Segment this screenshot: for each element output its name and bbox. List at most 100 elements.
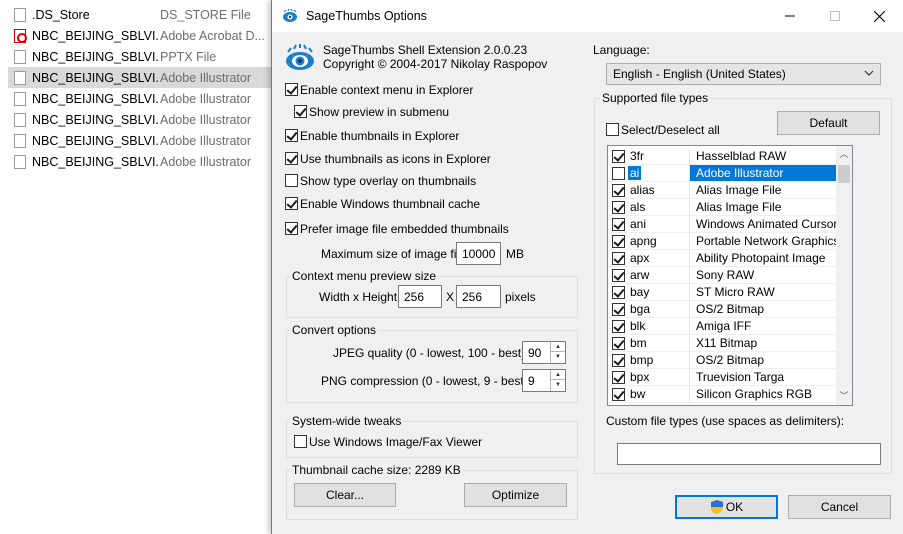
- file-row[interactable]: NBC_BEIJING_SBLVI... Adobe Illustrator: [8, 130, 273, 151]
- file-type-row[interactable]: apx Ability Photopaint Image: [608, 250, 852, 267]
- description-cell: OS/2 Bitmap: [690, 301, 852, 318]
- spin-up-icon[interactable]: ▲: [551, 370, 565, 380]
- file-type-checkbox[interactable]: [612, 252, 625, 265]
- file-type-row[interactable]: bga OS/2 Bitmap: [608, 301, 852, 318]
- fax-viewer-checkbox[interactable]: [294, 435, 307, 448]
- list-scrollbar[interactable]: ︿ ﹀: [836, 146, 852, 405]
- use-thumbnails-icons-checkbox[interactable]: [285, 152, 298, 165]
- extension-cell: bm: [608, 335, 690, 352]
- file-types-list[interactable]: bw Silicon Graphics RGB bpx Truevision Targ…: [607, 145, 853, 406]
- cancel-button[interactable]: Cancel: [788, 495, 891, 519]
- file-row[interactable]: NBC_BEIJING_SBLVI... Adobe Illustrator: [8, 67, 273, 88]
- file-row[interactable]: .DS_Store DS_STORE File: [8, 4, 273, 25]
- file-type-checkbox[interactable]: [612, 354, 625, 367]
- minimize-button[interactable]: [767, 0, 813, 32]
- file-type-row[interactable]: ai Adobe Illustrator: [608, 165, 852, 182]
- file-type-row[interactable]: blk Amiga IFF: [608, 318, 852, 335]
- preview-width-input[interactable]: 256: [398, 285, 442, 308]
- extension-label: bpx: [630, 370, 650, 384]
- file-row[interactable]: NBC_BEIJING_SBLVI... Adobe Illustrator: [8, 151, 273, 172]
- file-type-checkbox[interactable]: [612, 371, 625, 384]
- enable-windows-cache-checkbox[interactable]: [285, 197, 298, 210]
- file-row[interactable]: NBC_BEIJING_SBLVI... Adobe Illustrator: [8, 88, 273, 109]
- file-type-checkbox[interactable]: [612, 337, 625, 350]
- fax-viewer-label: Use Windows Image/Fax Viewer: [309, 435, 483, 449]
- file-type-row[interactable]: ani Windows Animated Cursor: [608, 216, 852, 233]
- default-button[interactable]: Default: [777, 111, 880, 135]
- file-type-row[interactable]: arw Sony RAW: [608, 267, 852, 284]
- spin-down-icon[interactable]: ▼: [551, 380, 565, 390]
- prefer-embedded-label: Prefer image file embedded thumbnails: [300, 222, 509, 236]
- language-select[interactable]: English - English (United States): [606, 63, 881, 85]
- file-type-checkbox[interactable]: [612, 167, 625, 180]
- file-type-checkbox[interactable]: [612, 184, 625, 197]
- minimize-icon: [785, 15, 795, 17]
- file-row[interactable]: NBC_BEIJING_SBLVI... Adobe Illustrator: [8, 109, 273, 130]
- file-type-checkbox[interactable]: [612, 269, 625, 282]
- close-icon: [873, 10, 885, 22]
- file-row[interactable]: NBC_BEIJING_SBLVI... Adobe Acrobat D...: [8, 25, 273, 46]
- spin-down-icon[interactable]: ▼: [551, 352, 565, 362]
- title-bar[interactable]: SageThumbs Options: [272, 0, 903, 32]
- pdf-icon: [14, 28, 27, 43]
- png-compression-spinner[interactable]: 9 ▲ ▼: [522, 369, 566, 392]
- extension-cell: bmp: [608, 352, 690, 369]
- select-all-checkbox[interactable]: [606, 123, 619, 136]
- file-type-row[interactable]: bm X11 Bitmap: [608, 335, 852, 352]
- max-size-input[interactable]: 10000: [456, 242, 501, 265]
- optimize-cache-button[interactable]: Optimize: [464, 483, 567, 507]
- jpeg-quality-spinner[interactable]: 90 ▲ ▼: [522, 341, 566, 364]
- png-compression-value: 9: [528, 374, 535, 388]
- file-type-checkbox[interactable]: [612, 320, 625, 333]
- extension-label: bay: [630, 285, 650, 299]
- file-type: Adobe Acrobat D...: [160, 28, 265, 43]
- description-cell: OS/2 Bitmap: [690, 352, 852, 369]
- window-title: SageThumbs Options: [306, 9, 427, 23]
- x-separator: X: [446, 290, 455, 304]
- scroll-thumb[interactable]: [838, 165, 850, 183]
- description-label: Alias Image File: [696, 183, 782, 197]
- file-type-row[interactable]: bpx Truevision Targa: [608, 369, 852, 386]
- file-type-checkbox[interactable]: [612, 150, 625, 163]
- file-type-checkbox[interactable]: [612, 201, 625, 214]
- enable-context-menu-checkbox[interactable]: [285, 83, 298, 96]
- convert-options-title: Convert options: [290, 323, 379, 337]
- file-type-checkbox[interactable]: [612, 388, 625, 401]
- description-label: X11 Bitmap: [696, 336, 758, 350]
- show-preview-submenu-checkbox[interactable]: [294, 105, 307, 118]
- clear-cache-button[interactable]: Clear...: [294, 483, 396, 507]
- file-type-row[interactable]: alias Alias Image File: [608, 182, 852, 199]
- extension-cell: apx: [608, 250, 690, 267]
- ok-button[interactable]: OK: [675, 495, 778, 519]
- file-type-row[interactable]: bmp OS/2 Bitmap: [608, 352, 852, 369]
- spin-up-icon[interactable]: ▲: [551, 342, 565, 352]
- custom-types-input[interactable]: [617, 443, 881, 465]
- explorer-file-list: .DS_Store DS_STORE File NBC_BEIJING_SBLVI.…: [0, 0, 275, 534]
- max-size-label: Maximum size of image file:: [321, 247, 470, 261]
- file-name: NBC_BEIJING_SBLVI...: [32, 70, 160, 85]
- file-type-row[interactable]: 3fr Hasselblad RAW: [608, 148, 852, 165]
- show-type-overlay-checkbox[interactable]: [285, 174, 298, 187]
- file-type-checkbox[interactable]: [612, 286, 625, 299]
- file-type: Adobe Illustrator: [160, 154, 252, 169]
- file-type-row[interactable]: bay ST Micro RAW: [608, 284, 852, 301]
- extension-label: blk: [630, 319, 646, 333]
- close-button[interactable]: [856, 0, 902, 32]
- file-row[interactable]: NBC_BEIJING_SBLVI... PPTX File: [8, 46, 273, 67]
- prefer-embedded-checkbox[interactable]: [285, 222, 298, 235]
- extension-cell: als: [608, 199, 690, 216]
- file-type-checkbox[interactable]: [612, 235, 625, 248]
- enable-thumbnails-checkbox[interactable]: [285, 129, 298, 142]
- scroll-down-icon[interactable]: ﹀: [836, 388, 852, 405]
- system-tweaks-title: System-wide tweaks: [290, 414, 404, 428]
- scroll-up-icon[interactable]: ︿: [836, 146, 852, 163]
- file-type-row[interactable]: apng Portable Network Graphics: [608, 233, 852, 250]
- preview-height-input[interactable]: 256: [456, 285, 501, 308]
- file-type-checkbox[interactable]: [612, 218, 625, 231]
- enable-thumbnails-label: Enable thumbnails in Explorer: [300, 129, 460, 143]
- file-type-row[interactable]: als Alias Image File: [608, 199, 852, 216]
- file-type-row[interactable]: bw Silicon Graphics RGB: [608, 386, 852, 403]
- extension-label: bmp: [630, 353, 654, 367]
- maximize-button[interactable]: [812, 0, 858, 32]
- file-type-checkbox[interactable]: [612, 303, 625, 316]
